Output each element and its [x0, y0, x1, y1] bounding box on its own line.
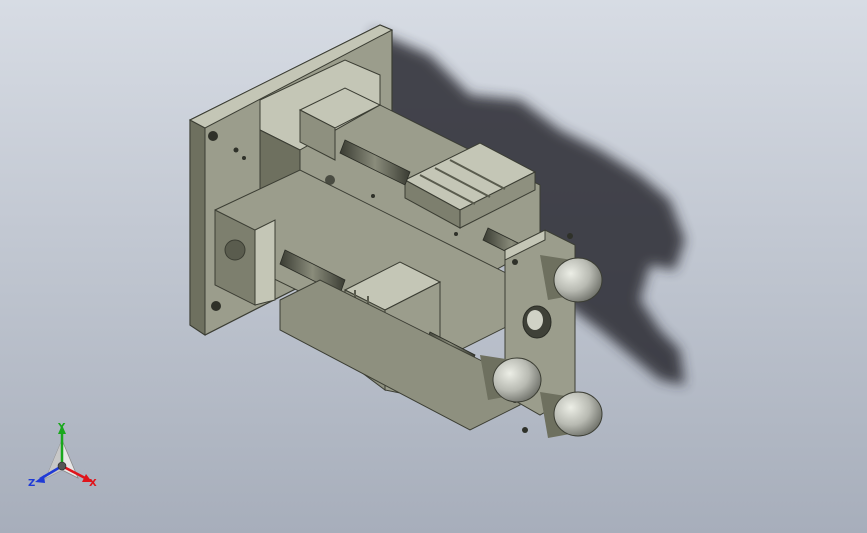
z-axis-label: Z	[28, 478, 35, 489]
cad-viewport[interactable]: Y X Z	[0, 0, 867, 533]
cad-canvas[interactable]: Y X Z	[0, 0, 867, 533]
x-axis-label: X	[89, 478, 97, 489]
knob-lower[interactable]	[540, 391, 603, 438]
y-axis-label: Y	[57, 422, 66, 433]
knob-upper[interactable]	[540, 255, 603, 303]
